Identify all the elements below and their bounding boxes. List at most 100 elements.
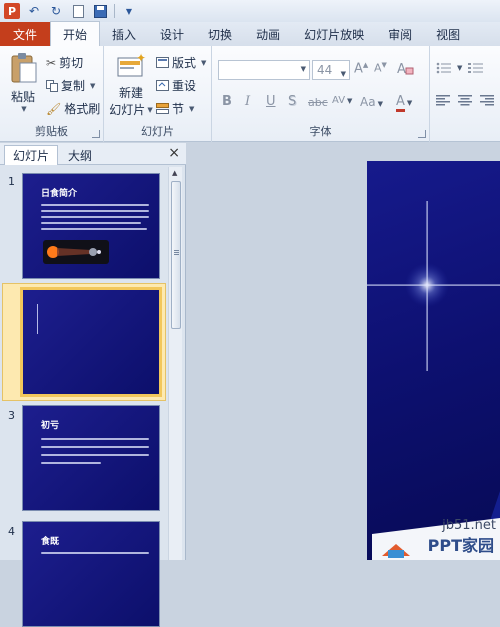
tab-slides[interactable]: 幻灯片 [4,145,59,165]
customize-icon[interactable]: ▼ [121,3,137,19]
tab-file[interactable]: 文件 [0,22,50,46]
underline-button[interactable]: U [266,94,276,109]
chevron-down-icon: ▼ [189,104,195,113]
tab-outline[interactable]: 大纲 [60,145,100,165]
layout-label: 版式 [172,56,197,70]
text-line [41,210,149,212]
grow-font-icon: A▲ [354,61,369,77]
tab-slideshow[interactable]: 幻灯片放映 [292,22,376,46]
change-case-button[interactable]: Aa ▼ [360,95,383,109]
clipboard-group: 粘贴 ▼ ✂ 剪切 复制 ▼ 🖌 格式刷 剪贴板 [0,46,104,142]
toolbar-separator [114,4,115,18]
chevron-down-icon: ▼ [347,97,353,105]
undo-icon[interactable]: ↶ [26,3,42,19]
new-slide-label-row: 幻灯片 ▼ [109,101,152,118]
copy-button[interactable]: 复制 ▼ [46,77,95,94]
tab-transitions[interactable]: 切换 [196,22,244,46]
slide-thumbnail-1[interactable]: 日食简介 [22,173,160,279]
text-line [41,228,147,230]
cut-label: 剪切 [59,56,84,70]
save-icon[interactable] [92,3,108,19]
clear-formatting-button[interactable]: A [396,60,414,76]
watermark-site: jb51.net [442,518,496,533]
font-group: ▼ 44 ▼ A▲ A▼ A B I U S abc AV▼ Aa▼ A▼ [212,46,430,142]
tab-review[interactable]: 审阅 [376,22,424,46]
section-button[interactable]: 节 ▼ [156,100,194,117]
svg-text:A: A [397,62,406,76]
align-right-icon [480,95,494,106]
paragraph-group: ▼ [430,46,500,142]
eclipse-image [43,240,109,264]
slide-number: 3 [8,409,15,422]
grip-icon [174,250,179,251]
align-center-button[interactable] [458,95,472,106]
powerpoint-app-icon[interactable]: P [4,3,20,19]
font-name-field[interactable]: ▼ [218,60,310,80]
text-line [41,204,149,206]
grow-font-button[interactable]: A▲ [354,61,368,76]
italic-button[interactable]: I [245,94,250,109]
close-icon[interactable]: × [168,145,180,161]
paintbrush-icon: 🖌 [46,101,62,116]
chevron-down-icon: ▼ [406,99,413,107]
text-line [41,222,141,224]
slides-panel: 幻灯片 大纲 × 1 日食简介 2 3 初亏 4 [0,143,186,627]
cut-button[interactable]: ✂ 剪切 [46,54,83,71]
text-line [41,216,149,218]
panel-scrollbar[interactable]: ▲ [168,167,182,560]
character-spacing-button[interactable]: AV ▼ [332,95,352,106]
clear-formatting-icon: A [396,60,414,76]
shrink-font-icon: A▼ [374,61,387,75]
font-color-label: A [396,94,405,112]
reset-label: 重设 [172,79,197,93]
font-color-button[interactable]: A ▼ [396,94,413,112]
format-painter-label: 格式刷 [64,102,101,116]
text-line [41,454,149,456]
slide-editor-area [187,143,500,560]
format-painter-button[interactable]: 🖌 格式刷 [46,100,100,117]
new-slide-label-line2: 幻灯片 [109,103,146,117]
tab-design[interactable]: 设计 [148,22,196,46]
numbering-button[interactable] [468,62,484,74]
character-spacing-label: AV [332,95,346,106]
shrink-font-button[interactable]: A▼ [374,61,387,75]
slide-thumbnail-2[interactable] [20,287,162,397]
tab-animations[interactable]: 动画 [244,22,292,46]
scrollbar-thumb[interactable] [171,181,181,329]
scroll-up-icon[interactable]: ▲ [172,169,177,177]
tab-home[interactable]: 开始 [50,21,101,46]
font-size-field[interactable]: 44 ▼ [312,60,350,80]
chevron-down-icon: ▼ [21,105,27,113]
slide-thumbnail-4[interactable]: 食既 [22,521,160,627]
new-slide-button[interactable]: ✦ 新建 幻灯片 ▼ [108,52,154,118]
slide-thumbnail-3[interactable]: 初亏 [22,405,160,511]
bold-button[interactable]: B [222,94,232,109]
redo-icon[interactable]: ↻ [48,3,64,19]
ribbon-tabs: 文件 开始 插入 设计 切换 动画 幻灯片放映 审阅 视图 [0,21,500,46]
layout-button[interactable]: 版式 ▼ [156,54,206,71]
text-line [41,438,149,440]
font-group-label: 字体 [309,125,332,138]
new-icon[interactable] [70,3,86,19]
align-left-button[interactable] [436,95,450,106]
new-slide-label-line1: 新建 [118,86,143,100]
tab-view[interactable]: 视图 [424,22,472,46]
strikethrough-button[interactable]: abc [308,96,328,109]
paste-button[interactable]: 粘贴 ▼ [6,52,40,113]
chevron-down-icon: ▼ [457,64,463,72]
bullets-button[interactable]: ▼ [436,62,462,74]
dialog-launcher-icon[interactable] [92,130,100,138]
section-label: 节 [172,102,185,116]
slides-group-label: 幻灯片 [141,125,174,138]
chevron-down-icon: ▼ [201,58,207,67]
slide-title: 日食简介 [41,189,78,199]
align-right-button[interactable] [480,95,494,106]
reset-button[interactable]: 重设 [156,77,196,94]
numbering-icon [468,62,484,74]
chevron-down-icon: ▼ [300,65,306,73]
dialog-launcher-icon[interactable] [418,130,426,138]
slides-group: ✦ 新建 幻灯片 ▼ 版式 ▼ 重设 节 ▼ 幻灯片 [104,46,212,142]
watermark-brand: PPT家园 [427,536,494,555]
tab-insert[interactable]: 插入 [100,22,148,46]
shadow-button[interactable]: S [288,94,296,109]
